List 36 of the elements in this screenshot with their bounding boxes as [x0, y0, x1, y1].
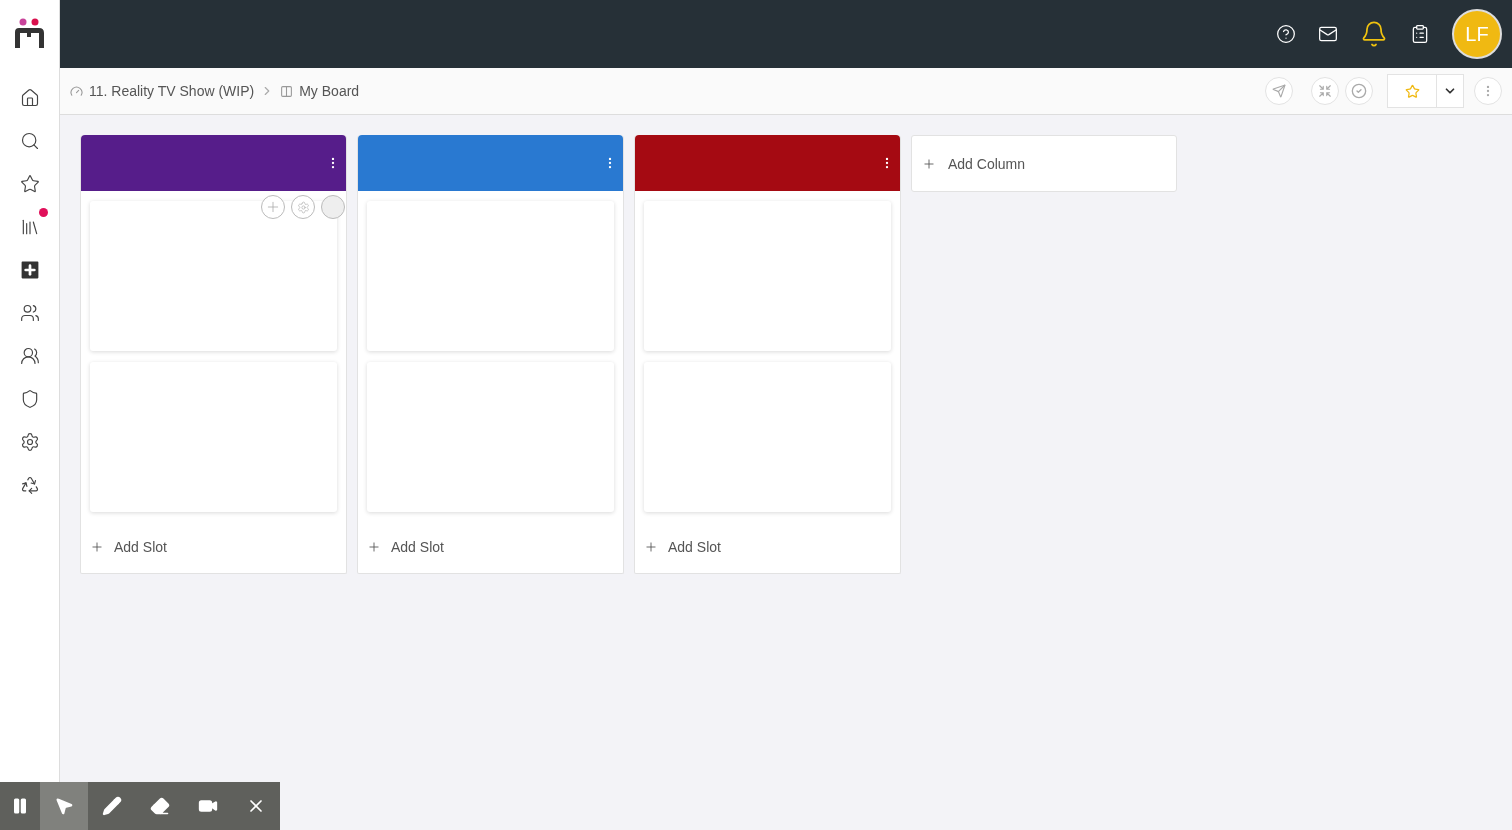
gauge-icon [70, 84, 83, 98]
search-icon[interactable] [19, 130, 40, 151]
plus-icon [265, 199, 281, 215]
settings-icon [296, 200, 310, 214]
add-slot-button[interactable]: Add Slot [81, 512, 176, 573]
check-button[interactable] [1345, 77, 1373, 105]
pencil-icon [102, 796, 122, 816]
help-icon[interactable] [1276, 24, 1296, 44]
plus-icon [367, 540, 381, 554]
eraser-icon [150, 796, 170, 816]
pointer-tool[interactable] [40, 782, 88, 830]
favorite-star-icon[interactable] [1404, 83, 1420, 99]
pause-icon [11, 797, 29, 815]
plus-icon [90, 540, 104, 554]
users-icon[interactable] [19, 345, 40, 366]
bell-icon[interactable] [1360, 20, 1388, 48]
board-icon [280, 84, 294, 98]
add-column-button[interactable]: Add Column [911, 135, 1177, 192]
breadcrumb-link[interactable]: My Board [299, 83, 360, 99]
settings-icon[interactable] [19, 431, 40, 452]
paper-plane-icon [1272, 84, 1286, 98]
recycle-icon[interactable] [19, 474, 40, 495]
star-icon[interactable] [19, 173, 40, 194]
plus-icon [922, 156, 936, 171]
plus-icon [644, 540, 658, 554]
shrink-icon [1318, 84, 1332, 98]
home-icon[interactable] [19, 87, 40, 108]
add-slot-button[interactable]: Add Slot [358, 512, 453, 573]
group-icon[interactable] [19, 302, 40, 323]
clipboard-icon[interactable] [1410, 24, 1430, 44]
breadcrumb-link[interactable]: 11. Reality TV Show (WIP) [89, 83, 255, 99]
app-logo [12, 18, 47, 50]
check-circle-icon [1351, 83, 1367, 99]
mail-icon[interactable] [1318, 24, 1338, 44]
add-slot-button[interactable]: Add Slot [635, 512, 730, 573]
pointer-icon [54, 796, 74, 816]
